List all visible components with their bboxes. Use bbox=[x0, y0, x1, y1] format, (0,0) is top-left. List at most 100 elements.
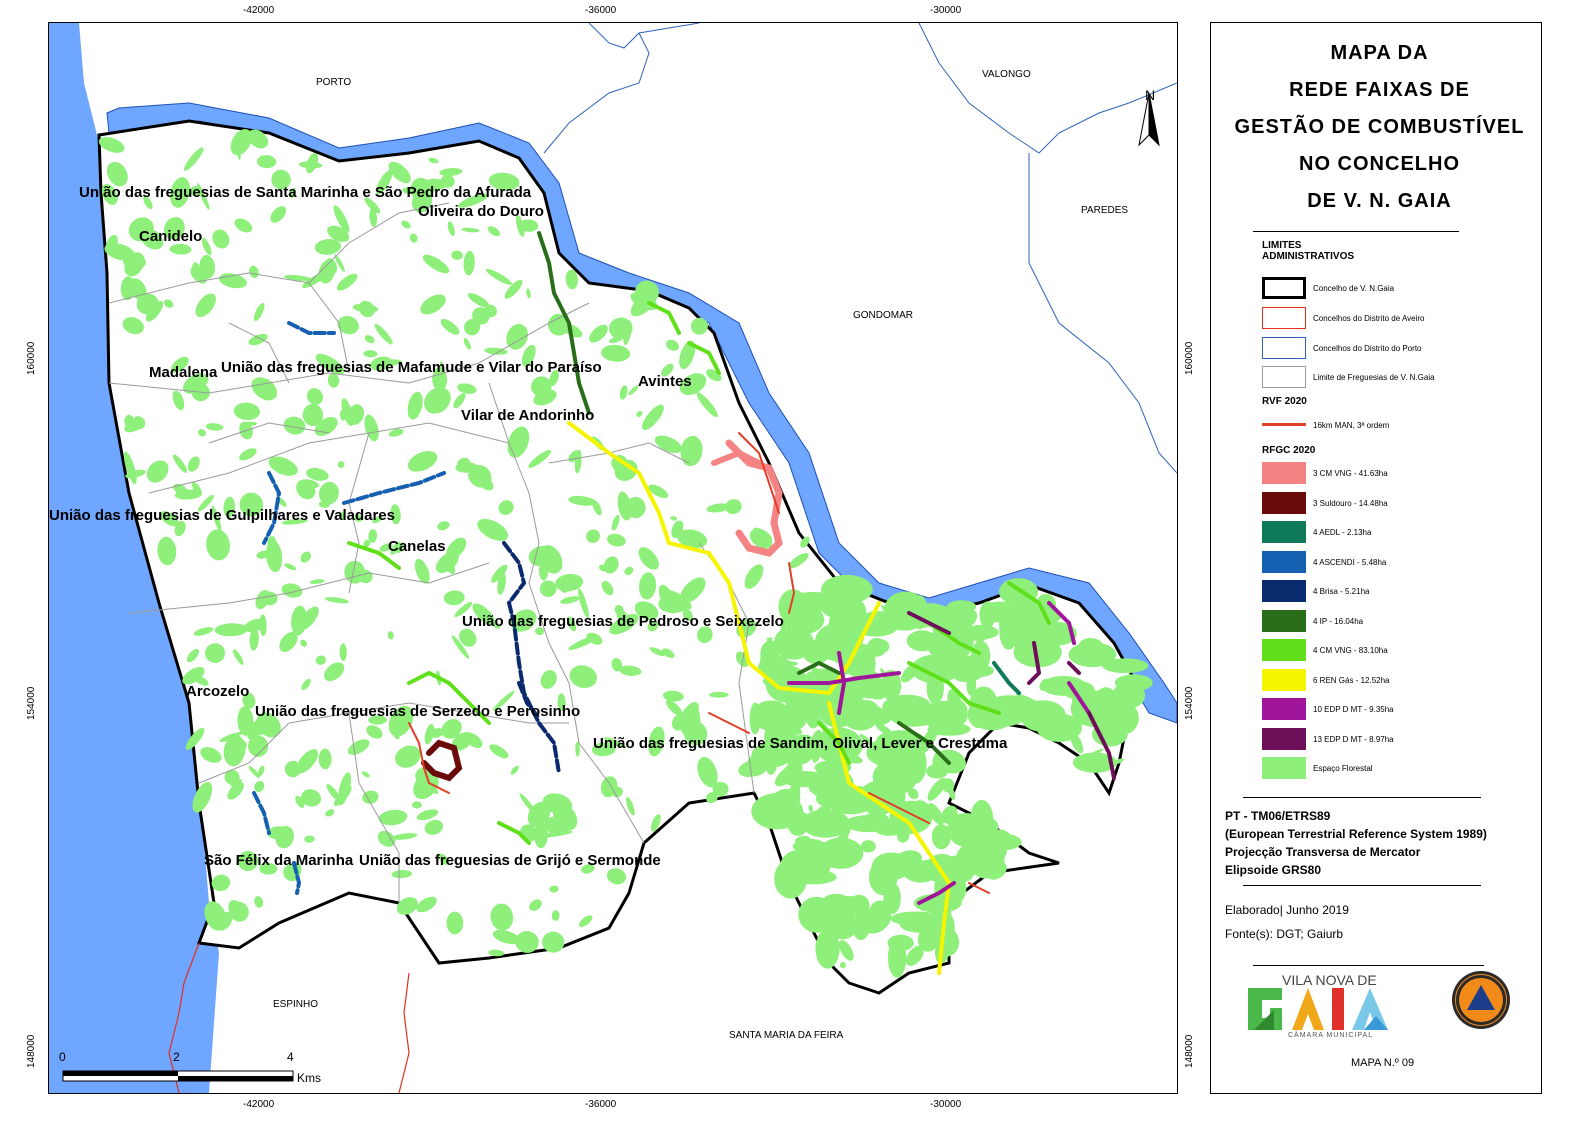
fuel-strip bbox=[968, 882, 990, 894]
legend-heading-limits: LIMITES ADMINISTRATIVOS bbox=[1262, 240, 1355, 262]
title-divider bbox=[1253, 231, 1459, 232]
x-tick-bottom-2: -36000 bbox=[585, 1099, 617, 1110]
scale-label-4: 4 bbox=[287, 1050, 294, 1064]
legend-rfgc-label: Espaço Florestal bbox=[1313, 764, 1373, 773]
forest-patch bbox=[854, 618, 898, 637]
y-tick-left-3: 148000 bbox=[26, 1034, 37, 1068]
parish-label: União das freguesias de Santa Marinha e … bbox=[79, 184, 532, 201]
map-title-line: GESTÃO DE COMBUSTÍVEL bbox=[1234, 116, 1525, 138]
forest-patch bbox=[873, 819, 906, 836]
forest-patch bbox=[802, 639, 831, 664]
municipality-label-paredes: PAREDES bbox=[1081, 205, 1129, 216]
legend-rfgc-swatch bbox=[1262, 580, 1306, 602]
parish-label: União das freguesias de Serzedo e Perosi… bbox=[255, 703, 581, 720]
parish-label: Madalena bbox=[149, 364, 218, 381]
y-tick-right-3: 148000 bbox=[1184, 1034, 1195, 1068]
forest-patch bbox=[818, 893, 855, 925]
forest-patch bbox=[833, 689, 859, 726]
map-panel[interactable]: PORTO VALONGO PAREDES GONDOMAR ESPINHO S… bbox=[48, 22, 1178, 1094]
projection-line: Projecção Transversa de Mercator bbox=[1225, 845, 1421, 859]
x-tick-top-2: -36000 bbox=[585, 5, 617, 16]
legend-divider bbox=[1243, 797, 1481, 798]
scale-label-2: 2 bbox=[173, 1050, 180, 1064]
legend-rfgc-swatch bbox=[1262, 609, 1306, 632]
legend-rfgc-label: 4 IP - 16.04ha bbox=[1313, 616, 1364, 626]
forest-patch bbox=[890, 911, 942, 926]
parish-label: União das freguesias de Pedroso e Seixez… bbox=[462, 613, 784, 630]
forest-patch bbox=[979, 601, 996, 629]
credits-divider bbox=[1243, 885, 1481, 886]
forest-patch bbox=[790, 869, 837, 885]
y-tick-right-1: 160000 bbox=[1184, 341, 1195, 375]
legend-rfgc-label: 13 EDP D MT - 8.97ha bbox=[1313, 734, 1394, 744]
municipality-label-santa-maria-da-feira: SANTA MARIA DA FEIRA bbox=[729, 1030, 844, 1041]
forest-patch bbox=[892, 859, 909, 873]
legend-limit-label: Concelho de V. N.Gaia bbox=[1313, 284, 1395, 293]
legend-rfgc-label: 4 CM VNG - 83.10ha bbox=[1313, 646, 1388, 655]
x-tick-top-1: -42000 bbox=[243, 5, 275, 16]
legend-rfgc-swatch bbox=[1262, 462, 1306, 484]
legend-limit-swatch bbox=[1262, 307, 1306, 329]
parish-label: União das freguesias de Mafamude e Vilar… bbox=[221, 359, 602, 376]
parish-label: União das freguesias de Gulpilhares e Va… bbox=[49, 507, 395, 524]
legend-rfgc-swatch bbox=[1262, 550, 1306, 573]
x-tick-bottom-1: -42000 bbox=[243, 1099, 275, 1110]
map-title-line: DE V. N. GAIA bbox=[1307, 190, 1452, 212]
logo-top-text: VILA NOVA DE bbox=[1282, 972, 1377, 988]
legend-rfgc-label: 4 Brisa - 5.21ha bbox=[1313, 587, 1370, 596]
parish-label: Vilar de Andorinho bbox=[461, 407, 595, 424]
municipality-label-porto: PORTO bbox=[316, 77, 352, 88]
forest-patch bbox=[934, 927, 960, 957]
legend-limit-label: Limite de Freguesias de V. N.Gaia bbox=[1313, 373, 1435, 382]
forest-patch bbox=[1112, 681, 1146, 709]
forest-patch bbox=[931, 824, 952, 850]
x-tick-bottom-3: -30000 bbox=[930, 1099, 962, 1110]
scale-label-0: 0 bbox=[59, 1050, 66, 1064]
forest-patch bbox=[887, 934, 914, 952]
elaborated-date: Elaborado| Junho 2019 bbox=[1225, 903, 1349, 917]
map-title-line: MAPA DA bbox=[1330, 42, 1429, 64]
legend-rfgc-label: 4 AEDL - 2.13ha bbox=[1313, 528, 1372, 537]
civil-protection-seal-icon bbox=[1452, 971, 1510, 1029]
legend-rfgc-label: 4 ASCENDI - 5.48ha bbox=[1313, 557, 1387, 567]
logo-sub-text: CÂMARA MUNICIPAL bbox=[1288, 1032, 1374, 1039]
forest-patch bbox=[709, 691, 729, 698]
north-label: N bbox=[1145, 87, 1156, 103]
parish-label: Oliveira do Douro bbox=[418, 203, 544, 220]
legend-heading-rvf: RVF 2020 bbox=[1262, 396, 1307, 407]
rvf-line-swatch bbox=[1262, 423, 1306, 426]
forest-patch bbox=[806, 842, 843, 869]
legend-rfgc-swatch bbox=[1262, 491, 1306, 514]
legend-rfgc-swatch bbox=[1262, 727, 1306, 750]
legend-limit-label: Concelhos do Distrito de Aveiro bbox=[1313, 314, 1425, 323]
logo-divider bbox=[1253, 965, 1484, 966]
forest-patch bbox=[1036, 713, 1083, 742]
forest-patch bbox=[446, 911, 464, 935]
forest-patch bbox=[787, 809, 809, 836]
projection-line: PT - TM06/ETRS89 bbox=[1225, 809, 1331, 823]
legend-rfgc-swatch bbox=[1262, 668, 1306, 691]
parish-label: União das freguesias de Sandim, Olival, … bbox=[593, 735, 1008, 752]
data-sources: Fonte(s): DGT; Gaiurb bbox=[1225, 927, 1344, 941]
legend-rfgc-label: 10 EDP D MT - 9.35ha bbox=[1313, 705, 1394, 714]
forest-patch bbox=[971, 640, 991, 672]
legend-limit-label: Concelhos do Distrito do Porto bbox=[1313, 344, 1422, 353]
scale-unit: Kms bbox=[297, 1071, 321, 1085]
legend-rfgc-label: 3 CM VNG - 41.63ha bbox=[1313, 469, 1388, 478]
y-tick-right-2: 154000 bbox=[1184, 686, 1195, 720]
scale-bar bbox=[62, 1070, 294, 1082]
legend-rfgc-swatch bbox=[1262, 698, 1306, 720]
legend-rfgc-swatch bbox=[1262, 639, 1306, 661]
parish-label: Avintes bbox=[638, 373, 692, 390]
legend-rfgc-swatch bbox=[1262, 521, 1306, 543]
legend-limit-swatch bbox=[1262, 366, 1306, 388]
forest-patch bbox=[950, 813, 983, 830]
forest-patch bbox=[921, 700, 968, 730]
forest-patch bbox=[852, 917, 870, 941]
projection-line: Elipsoide GRS80 bbox=[1225, 863, 1322, 877]
forest-patch bbox=[782, 699, 809, 731]
municipality-label-valongo: VALONGO bbox=[982, 69, 1031, 80]
legend-limit-swatch bbox=[1262, 277, 1306, 299]
map-number: MAPA N.º 09 bbox=[1351, 1057, 1415, 1069]
legend-rfgc-label: 6 REN Gás - 12.52ha bbox=[1313, 675, 1390, 685]
